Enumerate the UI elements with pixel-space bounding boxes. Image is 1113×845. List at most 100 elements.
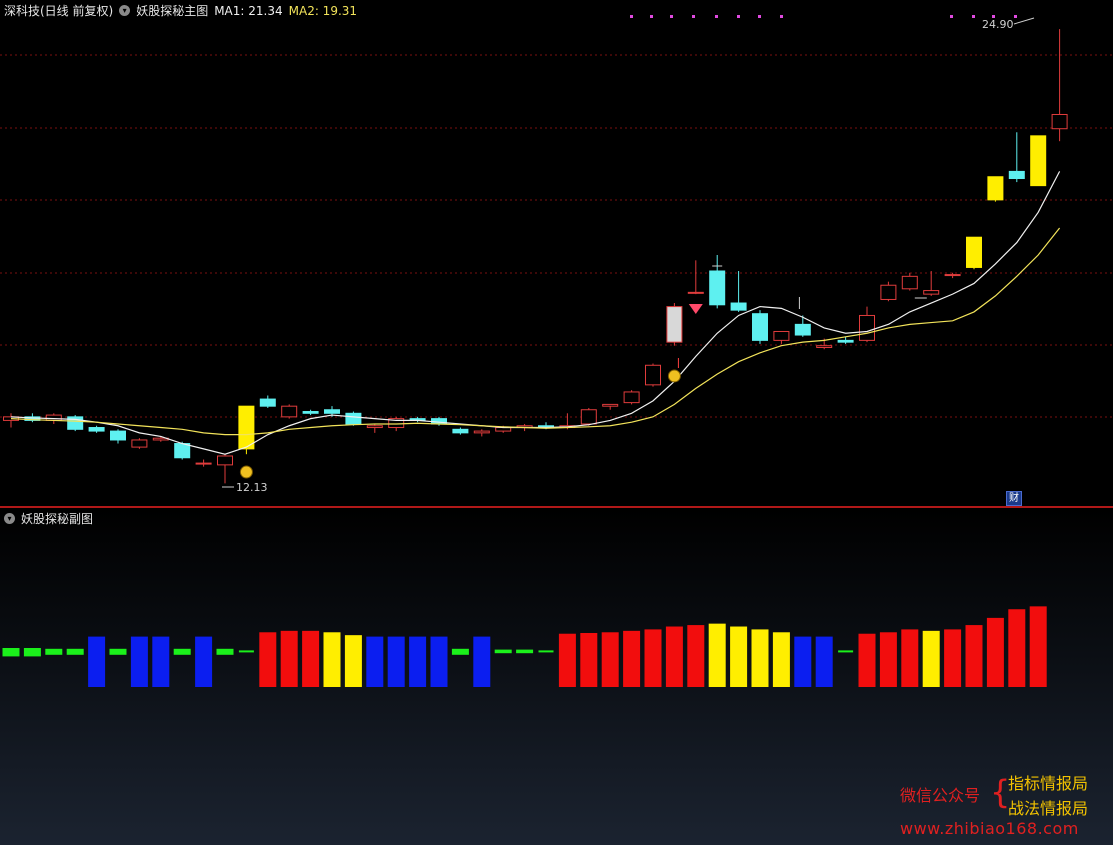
signal-dot — [972, 15, 975, 18]
candle-body — [880, 284, 897, 300]
signal-dot — [780, 15, 783, 18]
candle-body — [987, 176, 1004, 201]
candle-body — [730, 302, 747, 311]
indicator-bar — [1008, 609, 1026, 687]
indicator-bar — [451, 648, 469, 655]
candle-body — [816, 345, 833, 348]
indicator-bar — [88, 636, 106, 687]
indicator-bar — [45, 648, 63, 655]
candle-body — [944, 274, 961, 277]
indicator-bar — [366, 636, 384, 687]
finance-badge[interactable]: 财 — [1006, 491, 1022, 506]
chevron-down-icon[interactable]: ▾ — [119, 5, 131, 16]
candle-body — [687, 291, 704, 294]
indicator-bar — [216, 648, 234, 655]
main-chart-svg[interactable] — [0, 0, 1113, 506]
stock-name[interactable]: 深科技(日线 前复权) — [4, 2, 113, 19]
candle-body — [1030, 135, 1047, 187]
candle-body — [580, 409, 597, 425]
signal-dot — [692, 15, 695, 18]
indicator-bar — [109, 648, 127, 655]
money-bag-icon — [239, 465, 253, 479]
indicator-bar — [323, 632, 341, 687]
ma2-line — [10, 227, 1061, 436]
candle-body — [666, 306, 683, 343]
indicator-bar — [494, 649, 512, 654]
candle-body — [195, 462, 212, 465]
indicator-bar — [730, 626, 748, 687]
signal-dot — [715, 15, 718, 18]
indicator-bar — [708, 623, 726, 687]
candle-body — [302, 411, 319, 414]
chevron-down-icon[interactable]: ▾ — [4, 513, 15, 524]
indicator-bar — [66, 648, 84, 655]
candle-body — [452, 428, 469, 434]
indicator-bar — [302, 630, 320, 687]
high-price-label: 24.90 — [982, 18, 1014, 31]
ma1-value: MA1: 21.34 — [214, 3, 283, 18]
candle-body — [602, 403, 619, 407]
candle-body — [238, 405, 255, 450]
candle-body — [901, 275, 918, 290]
money-bag-icon — [667, 369, 681, 383]
indicator-bar — [815, 636, 833, 687]
candle-body — [281, 405, 298, 418]
sub-header: ▾ 妖股探秘副图 — [4, 510, 99, 527]
indicator-bar — [687, 625, 705, 687]
diamond-icon — [688, 304, 703, 314]
indicator-bar — [387, 636, 405, 687]
indicator-bar — [430, 636, 448, 687]
candle-body — [174, 443, 191, 459]
candle-body — [709, 270, 726, 306]
indicator-bar — [516, 649, 534, 654]
indicator-bar — [473, 636, 491, 687]
stock-chart-window: 深科技(日线 前复权) ▾ 妖股探秘主图 MA1: 21.34 MA2: 19.… — [0, 0, 1113, 845]
candle-body — [345, 412, 362, 425]
signal-dot — [950, 15, 953, 18]
candle-body — [473, 430, 490, 434]
indicator-bar — [772, 632, 790, 687]
candle-body — [366, 425, 383, 429]
candle-body — [259, 398, 276, 407]
indicator-bar — [580, 633, 598, 687]
indicator-bar — [2, 648, 20, 657]
candle-body — [794, 323, 811, 336]
signal-dot — [758, 15, 761, 18]
candle-body — [752, 313, 768, 341]
signal-dot — [737, 15, 740, 18]
indicator-bar — [538, 650, 554, 653]
indicator-bar — [152, 636, 170, 687]
candle-body — [131, 439, 148, 448]
indicator-bar — [665, 626, 683, 687]
indicator-bar — [922, 630, 940, 687]
indicator-bar — [794, 636, 812, 687]
indicator-title[interactable]: 妖股探秘主图 — [136, 2, 208, 19]
indicator-bar — [238, 650, 254, 653]
indicator-bar — [173, 648, 191, 655]
indicator-bar — [601, 632, 619, 687]
indicator-bar — [944, 629, 962, 687]
candle-body — [110, 430, 126, 441]
candle-body — [1051, 113, 1068, 130]
indicator-bar — [195, 636, 213, 687]
watermark-line2: 战法情报局 — [1008, 799, 1089, 818]
signal-dot — [670, 15, 673, 18]
candle-body — [966, 236, 982, 268]
indicator-bar — [965, 625, 983, 687]
low-price-label: 12.13 — [236, 481, 268, 494]
indicator-bar — [23, 648, 41, 657]
indicator-bar — [344, 635, 362, 687]
candle-body — [45, 414, 62, 421]
signal-dot — [630, 15, 633, 18]
candle-body — [217, 455, 233, 466]
candle-body — [1008, 170, 1025, 180]
indicator-bar — [986, 617, 1004, 687]
candle-body — [645, 364, 661, 386]
signal-dot — [1014, 15, 1017, 18]
sub-indicator-title[interactable]: 妖股探秘副图 — [21, 510, 93, 527]
indicator-bar — [409, 636, 427, 687]
indicator-bar — [751, 629, 769, 687]
main-chart-panel[interactable]: 深科技(日线 前复权) ▾ 妖股探秘主图 MA1: 21.34 MA2: 19.… — [0, 0, 1113, 506]
indicator-bar — [858, 633, 876, 687]
high-arrow — [1013, 17, 1035, 25]
